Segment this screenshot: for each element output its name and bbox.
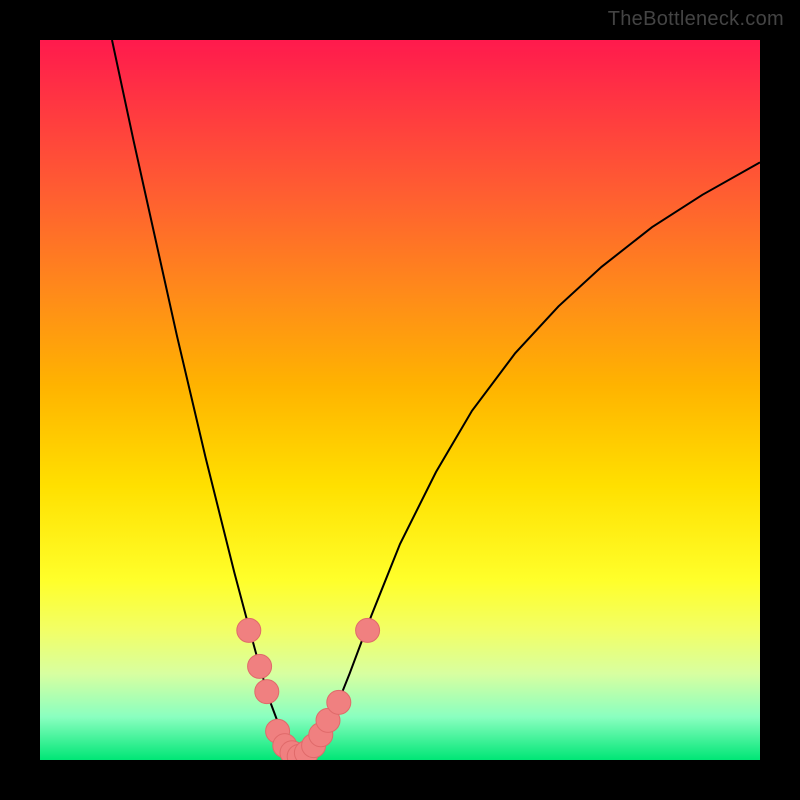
- watermark-text: TheBottleneck.com: [608, 8, 784, 31]
- data-marker: [248, 654, 272, 678]
- data-marker: [356, 618, 380, 642]
- data-marker: [237, 618, 261, 642]
- chart-svg: [40, 40, 760, 760]
- bottleneck-curve: [112, 40, 760, 756]
- data-markers: [237, 618, 380, 760]
- data-marker: [255, 680, 279, 704]
- chart-frame: TheBottleneck.com: [0, 0, 800, 800]
- data-marker: [327, 690, 351, 714]
- plot-area: [40, 40, 760, 760]
